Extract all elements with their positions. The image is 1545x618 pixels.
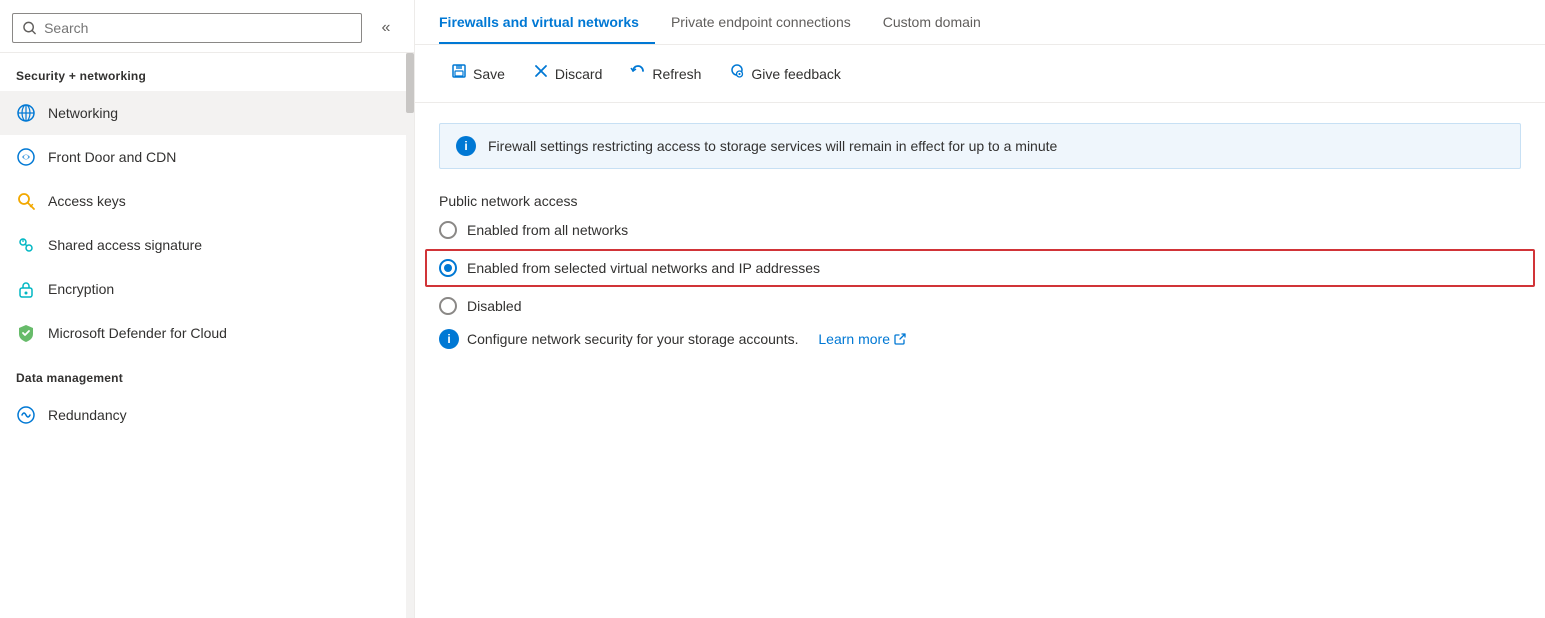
refresh-label: Refresh	[652, 66, 701, 82]
refresh-button[interactable]: Refresh	[618, 57, 713, 90]
radio-option-all-networks[interactable]: Enabled from all networks	[439, 221, 1521, 239]
defender-icon	[16, 323, 36, 343]
radio-circle-disabled	[439, 297, 457, 315]
encryption-icon	[16, 279, 36, 299]
sidebar-item-encryption[interactable]: Encryption	[0, 267, 414, 311]
info-banner-text: Firewall settings restricting access to …	[488, 138, 1057, 154]
feedback-icon	[729, 63, 745, 84]
sas-icon	[16, 235, 36, 255]
search-input-wrap[interactable]	[12, 13, 362, 43]
networking-icon	[16, 103, 36, 123]
collapse-button[interactable]: «	[370, 12, 402, 44]
save-icon	[451, 63, 467, 84]
toolbar: Save Discard Refresh	[415, 45, 1545, 103]
refresh-icon	[630, 63, 646, 84]
search-input[interactable]	[44, 20, 351, 36]
radio-option-selected-networks[interactable]: Enabled from selected virtual networks a…	[425, 249, 1535, 287]
scrollbar-track	[406, 53, 414, 618]
sidebar-item-networking-label: Networking	[48, 105, 118, 121]
radio-circle-selected-networks	[439, 259, 457, 277]
sidebar-item-defender[interactable]: Microsoft Defender for Cloud	[0, 311, 414, 355]
info-icon: i	[456, 136, 476, 156]
info-banner: i Firewall settings restricting access t…	[439, 123, 1521, 169]
feedback-button[interactable]: Give feedback	[717, 57, 853, 90]
radio-label-disabled: Disabled	[467, 298, 521, 314]
radio-label-selected-networks: Enabled from selected virtual networks a…	[467, 260, 820, 276]
learn-more-link[interactable]: Learn more	[818, 331, 906, 347]
main-content: Firewalls and virtual networks Private e…	[415, 0, 1545, 618]
sidebar-item-sas[interactable]: Shared access signature	[0, 223, 414, 267]
sidebar-item-access-keys-label: Access keys	[48, 193, 126, 209]
configure-note: i Configure network security for your st…	[439, 329, 1521, 349]
key-icon	[16, 191, 36, 211]
redundancy-icon	[16, 405, 36, 425]
section-header-security: Security + networking	[0, 53, 414, 91]
configure-info-icon: i	[439, 329, 459, 349]
public-network-access-label: Public network access	[439, 193, 1521, 209]
configure-note-text: Configure network security for your stor…	[467, 331, 799, 347]
save-label: Save	[473, 66, 505, 82]
discard-icon	[533, 63, 549, 84]
tab-firewalls[interactable]: Firewalls and virtual networks	[439, 0, 655, 44]
scrollbar-thumb[interactable]	[406, 53, 414, 113]
sidebar-item-defender-label: Microsoft Defender for Cloud	[48, 325, 227, 341]
discard-label: Discard	[555, 66, 602, 82]
sidebar-item-networking[interactable]: Networking	[0, 91, 414, 135]
tabs-bar: Firewalls and virtual networks Private e…	[415, 0, 1545, 45]
sidebar: « Security + networking Networking	[0, 0, 415, 618]
save-button[interactable]: Save	[439, 57, 517, 90]
external-link-icon	[894, 333, 906, 345]
section-header-data-management: Data management	[0, 355, 414, 393]
sidebar-item-frontdoor-label: Front Door and CDN	[48, 149, 176, 165]
frontdoor-icon	[16, 147, 36, 167]
sidebar-item-redundancy-label: Redundancy	[48, 407, 127, 423]
radio-circle-all-networks	[439, 221, 457, 239]
feedback-label: Give feedback	[751, 66, 841, 82]
learn-more-label: Learn more	[818, 331, 890, 347]
radio-group-public-access: Enabled from all networks Enabled from s…	[439, 221, 1521, 315]
sidebar-content: Security + networking Networking	[0, 53, 414, 618]
sidebar-item-redundancy[interactable]: Redundancy	[0, 393, 414, 437]
sidebar-item-sas-label: Shared access signature	[48, 237, 202, 253]
tab-custom-domain[interactable]: Custom domain	[867, 0, 997, 44]
sidebar-item-access-keys[interactable]: Access keys	[0, 179, 414, 223]
search-icon	[23, 21, 36, 35]
content-area: i Firewall settings restricting access t…	[415, 103, 1545, 618]
tab-private-endpoint[interactable]: Private endpoint connections	[655, 0, 867, 44]
radio-option-disabled[interactable]: Disabled	[439, 297, 1521, 315]
sidebar-item-encryption-label: Encryption	[48, 281, 114, 297]
search-bar: «	[0, 0, 414, 53]
sidebar-item-frontdoor[interactable]: Front Door and CDN	[0, 135, 414, 179]
discard-button[interactable]: Discard	[521, 57, 614, 90]
radio-label-all-networks: Enabled from all networks	[467, 222, 628, 238]
